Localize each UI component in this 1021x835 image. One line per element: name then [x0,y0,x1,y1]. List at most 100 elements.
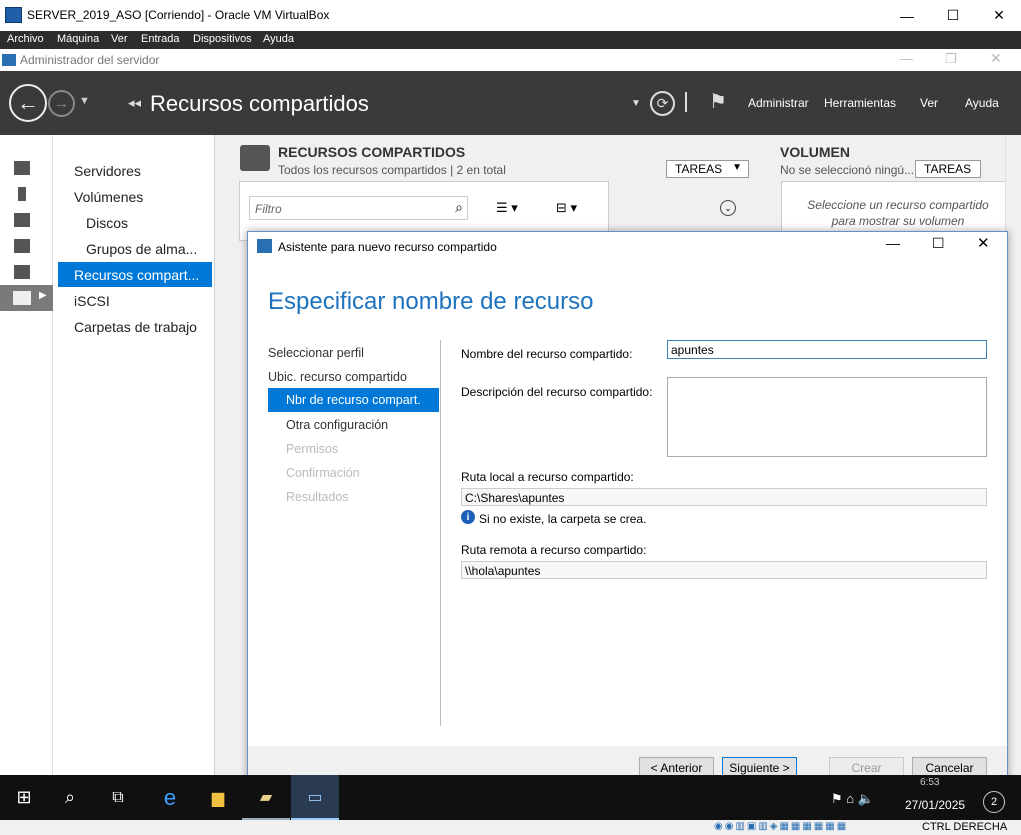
tray-icons[interactable]: ⚑ ⌂ 🔈 [831,791,874,807]
header-divider [685,92,687,112]
collapse-icon[interactable]: ⌄ [720,200,736,216]
vbox-title-bar: SERVER_2019_ASO [Corriendo] - Oracle VM … [0,0,1021,31]
nav-recursos-compartidos: Recursos compart... [74,267,200,283]
ad-ds-icon[interactable] [14,239,30,253]
header-menu-ver[interactable]: Ver [920,96,938,110]
menu-entrada[interactable]: Entrada [141,33,180,45]
server-manager-title: Administrador del servidor [20,53,160,67]
start-windows-icon[interactable]: ⊞ [0,775,48,820]
remote-path-label: Ruta remota a recurso compartido: [461,543,647,557]
volume-title: VOLUMEN [780,144,850,160]
nav-servidores[interactable]: Servidores [74,163,141,179]
file-storage-services-tab[interactable]: ▶ [0,285,53,311]
volume-subtitle: No se seleccionó ningú... [780,163,915,177]
description-textarea[interactable] [667,377,987,457]
new-share-wizard: Asistente para nuevo recurso compartido … [247,231,1008,789]
back-arrow-icon[interactable]: ← [9,84,47,122]
info-icon: i [461,510,475,524]
maximize-button[interactable]: ☐ [930,0,976,31]
file-explorer-icon[interactable]: ▆ [194,775,242,820]
sm-close-button[interactable]: ✕ [990,50,1002,67]
forward-arrow-icon[interactable]: → [48,90,75,117]
volume-tasks-button[interactable]: TAREAS [915,160,981,178]
step-resultados: Resultados [286,490,349,504]
notifications-flag-icon[interactable]: ⚑ [709,89,727,114]
step-otra-configuracion[interactable]: Otra configuración [286,418,388,432]
nav-carpetas-trabajo[interactable]: Carpetas de trabajo [74,319,197,335]
step-seleccionar-perfil[interactable]: Seleccionar perfil [268,346,364,360]
info-note: Si no existe, la carpeta se crea. [479,512,647,526]
nav-iscsi[interactable]: iSCSI [74,293,110,309]
nav-volumenes[interactable]: Volúmenes [74,189,143,205]
nav-discos[interactable]: Discos [86,215,128,231]
header-menu-herramientas[interactable]: Herramientas [824,96,896,110]
all-servers-icon[interactable] [14,213,30,227]
sm-minimize-button[interactable]: — [900,51,913,66]
vbox-status-bar: ◉◉▥▣▥◈▦▦▦▦▦▦ CTRL DERECHA [0,820,1021,835]
refresh-icon[interactable]: ⟳ [650,91,675,116]
shares-tasks-button[interactable]: TAREAS ▼ [666,160,749,178]
wizard-close-button[interactable]: ✕ [977,234,990,252]
shares-title: RECURSOS COMPARTIDOS [278,144,466,160]
clock-date: 27/01/2025 [905,798,966,812]
refresh-dropdown-icon[interactable]: ▼ [631,98,641,109]
host-key-label: CTRL DERECHA [922,821,1008,833]
nav-grupos-almacenamiento[interactable]: Grupos de alma... [86,241,197,257]
wizard-maximize-button[interactable]: ☐ [932,235,945,252]
menu-ver[interactable]: Ver [111,33,128,45]
sm-restore-button[interactable]: ❐ [945,51,957,67]
menu-ayuda[interactable]: Ayuda [263,33,294,45]
header-menu-ayuda[interactable]: Ayuda [965,96,999,110]
shares-tasks-label: TAREAS [675,162,723,176]
dashboard-icon[interactable] [14,161,30,175]
left-icon-rail: ▶ [0,135,53,775]
search-icon[interactable]: ⌕ [46,775,94,820]
step-permisos: Permisos [286,442,339,456]
notification-center-icon[interactable]: 2 [983,791,1005,813]
server-manager-icon [2,54,16,66]
vbox-window-title: SERVER_2019_ASO [Corriendo] - Oracle VM … [27,8,330,22]
expand-arrow-icon: ▶ [39,290,47,301]
task-view-icon[interactable]: ⧉ [94,775,142,820]
menu-archivo[interactable]: Archivo [7,33,44,45]
server-manager-header: ← → ▼ ◂◂ Recursos compartidos ▼ ⟳ ⚑ Admi… [0,71,1021,135]
internet-explorer-icon[interactable]: e [146,775,194,820]
local-path-label: Ruta local a recurso compartido: [461,470,634,484]
header-menu-administrar[interactable]: Administrar [748,96,809,110]
server-manager-title-bar: Administrador del servidor — ❐ ✕ [0,49,1021,71]
breadcrumb-arrows-icon: ◂◂ [128,95,142,110]
volume-hint-line1: Seleccione un recurso compartido [807,198,989,212]
file-storage-icon [13,291,31,305]
file-services-nav: Servidores Volúmenes Discos Grupos de al… [53,135,215,775]
step-nombre-selected[interactable]: Nbr de recurso compart. [268,388,439,412]
nav-recursos-compartidos-selected[interactable]: Recursos compart... [58,262,212,287]
wizard-app-icon [257,239,272,253]
wizard-title: Asistente para nuevo recurso compartido [278,240,497,254]
menu-maquina[interactable]: Máquina [57,33,99,45]
local-server-icon[interactable] [18,187,26,201]
list-view-icon[interactable]: ☰ ▾ [496,200,518,216]
close-button[interactable]: ✕ [976,0,1021,31]
step-ubicacion[interactable]: Ubic. recurso compartido [268,370,407,384]
vbox-menu-bar: Archivo Máquina Ver Entrada Dispositivos… [0,31,1021,49]
dns-icon[interactable] [14,265,30,279]
save-query-icon[interactable]: ⊟ ▾ [556,200,577,216]
clock-time: 6:53 [920,777,940,788]
wizard-minimize-button[interactable]: — [886,235,900,251]
step-nombre: Nbr de recurso compart. [286,393,421,407]
wizard-heading: Especificar nombre de recurso [268,288,594,315]
history-dropdown-icon[interactable]: ▼ [79,95,90,107]
notification-count: 2 [990,796,998,808]
wizard-taskbar-icon[interactable]: ▭ [291,775,339,820]
remote-path-field: \\hola\apuntes [461,561,987,579]
minimize-button[interactable]: — [884,0,930,31]
filter-input[interactable]: Filtro ⌕ [249,196,468,220]
local-path-field: C:\Shares\apuntes [461,488,987,506]
share-name-input[interactable]: apuntes [667,340,987,359]
vbox-status-icons[interactable]: ◉◉▥▣▥◈▦▦▦▦▦▦ [714,821,848,832]
tasks-dropdown-icon: ▼ [732,162,742,173]
menu-dispositivos[interactable]: Dispositivos [193,33,252,45]
share-name-label: Nombre del recurso compartido: [461,347,633,361]
server-manager-taskbar-icon[interactable]: ▰ [242,775,290,820]
steps-divider [440,340,441,726]
